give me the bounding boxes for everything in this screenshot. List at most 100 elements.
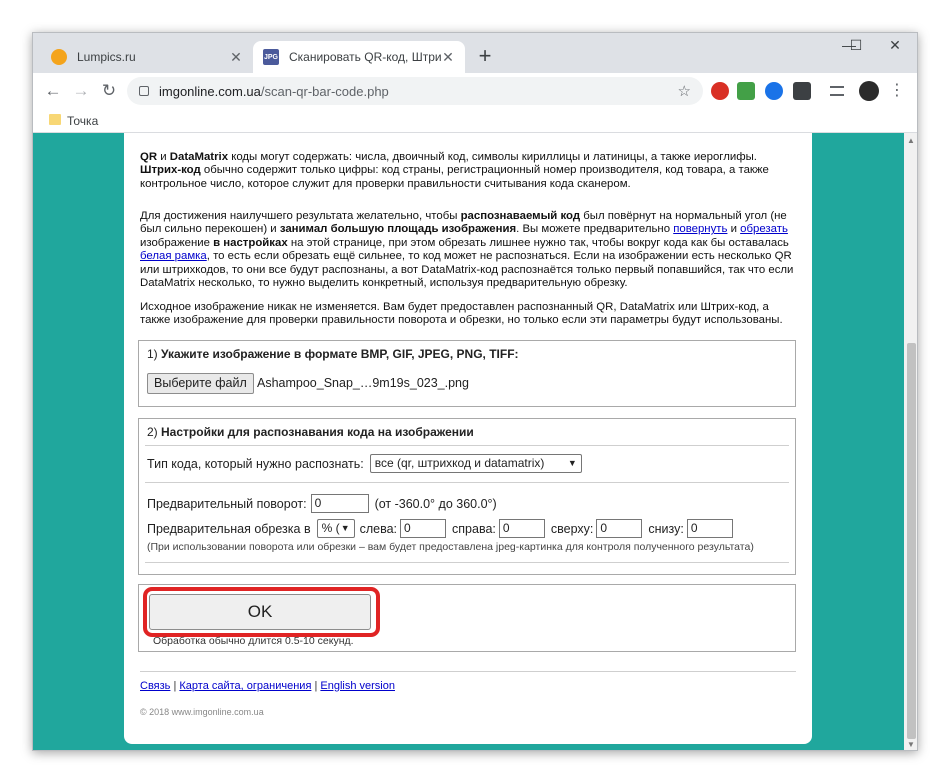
tips-paragraph: Для достижения наилучшего результата жел…: [140, 210, 796, 290]
crop-left-input[interactable]: 0: [400, 519, 447, 538]
content-card: QR и DataMatrix коды могут содержать: чи…: [124, 133, 812, 744]
white-border-link[interactable]: белая рамка: [140, 250, 207, 262]
barcode-term: Штрих-код: [140, 164, 201, 177]
step2-title: 2) Настройки для распознавания кода на и…: [147, 425, 474, 439]
tab-scan-qr[interactable]: JPG Сканировать QR-код, Штрих-ко ✕: [253, 41, 465, 73]
extension-globe-icon[interactable]: [765, 82, 783, 100]
scroll-thumb[interactable]: [907, 343, 916, 739]
crop-left-label: слева:: [359, 521, 398, 536]
crop-bottom-input[interactable]: 0: [686, 519, 733, 538]
text: и: [157, 151, 170, 163]
url-host: imgonline.com.ua: [159, 83, 261, 99]
footer-links: Связь | Карта сайта, ограничения | Engli…: [140, 680, 395, 692]
avatar[interactable]: [859, 81, 879, 101]
divider: [145, 445, 789, 446]
text: и: [727, 223, 741, 236]
intro-paragraph: QR и DataMatrix коды могут содержать: чи…: [140, 151, 796, 191]
url-path: /scan-qr-bar-code.php: [260, 83, 389, 99]
dropdown-arrow-icon: ▼: [567, 458, 577, 468]
page-viewport: QR и DataMatrix коды могут содержать: чи…: [33, 133, 904, 750]
crop-right-label: справа:: [452, 521, 496, 536]
datamatrix-term: DataMatrix: [169, 151, 229, 163]
rotate-label: Предварительный поворот:: [147, 496, 307, 511]
lock-icon: [139, 86, 149, 96]
text: коды могут содержать: числа, двоичный ко…: [228, 151, 757, 163]
address-bar[interactable]: imgonline.com.ua /scan-qr-bar-code.php ☆: [127, 77, 703, 105]
close-window-button[interactable]: ✕: [875, 37, 915, 54]
vertical-scrollbar[interactable]: ▲ ▼: [904, 133, 917, 750]
english-version-link[interactable]: English version: [320, 680, 395, 692]
crop-unit-select[interactable]: % (▼: [316, 519, 355, 538]
rotate-row: Предварительный поворот: 0 (от -360.0° д…: [147, 494, 497, 513]
crop-link[interactable]: обрезать: [740, 223, 788, 235]
text: обычно содержит только цифры: код страны…: [140, 164, 769, 190]
choose-file-button[interactable]: Выберите файл: [147, 373, 254, 394]
divider: [145, 482, 789, 483]
divider: [145, 562, 789, 563]
reload-button[interactable]: ↻: [97, 79, 121, 103]
step-number: 2): [147, 425, 162, 439]
jpg-favicon-icon: JPG: [263, 49, 279, 65]
tab-title: Сканировать QR-код, Штрих-ко: [289, 50, 441, 64]
tab-lumpics[interactable]: Lumpics.ru ✕: [41, 41, 253, 73]
settings-section: 2) Настройки для распознавания кода на и…: [138, 418, 796, 575]
sitemap-link[interactable]: Карта сайта, ограничения: [179, 680, 311, 692]
crop-note: (При использовании поворота или обрезки …: [147, 541, 754, 553]
copyright: © 2018 www.imgonline.com.ua: [140, 707, 264, 717]
folder-icon: [49, 114, 61, 125]
tab-close-icon[interactable]: ✕: [229, 49, 243, 66]
step-title-text: Настройки для распознавания кода на изоб…: [161, 425, 474, 439]
submit-section: OK Обработка обычно длится 0.5-10 секунд…: [138, 584, 796, 652]
bookmark-star-icon[interactable]: ☆: [678, 82, 691, 100]
code-type-label: Тип кода, который нужно распознать:: [147, 456, 364, 471]
crop-top-label: сверху:: [550, 521, 594, 536]
bold-text: занимал большую площадь изображения: [279, 223, 517, 236]
lumpics-favicon-icon: [51, 49, 67, 65]
crop-unit-value: % (: [321, 521, 340, 535]
crop-right-input[interactable]: 0: [498, 519, 545, 538]
step-title-text: Укажите изображение в формате BMP, GIF, …: [161, 347, 519, 361]
browser-toolbar: ← → ↻ imgonline.com.ua /scan-qr-bar-code…: [33, 73, 917, 109]
rotate-link[interactable]: повернуть: [673, 223, 727, 235]
menu-icon[interactable]: ⋮: [885, 79, 909, 103]
code-type-row: Тип кода, который нужно распознать: все …: [147, 454, 582, 473]
selected-file-name: Ashampoo_Snap_…9m19s_023_.png: [257, 376, 469, 390]
highlight-frame: [143, 587, 380, 637]
rotate-input[interactable]: 0: [310, 494, 369, 513]
extension-red-icon[interactable]: [711, 82, 729, 100]
bold-text: в настройках: [213, 236, 288, 249]
text: изображение: [140, 236, 214, 249]
dropdown-arrow-icon: ▼: [340, 523, 350, 533]
scroll-down-icon[interactable]: ▼: [907, 740, 915, 749]
bookmarks-bar: Точка: [33, 109, 917, 133]
code-type-value: все (qr, штрихкод и datamatrix): [374, 456, 545, 470]
contact-link[interactable]: Связь: [140, 680, 170, 692]
bookmark-tochka[interactable]: Точка: [67, 114, 98, 128]
crop-top-input[interactable]: 0: [596, 519, 643, 538]
code-type-select[interactable]: все (qr, штрихкод и datamatrix) ▼: [369, 454, 582, 473]
text: Для достижения наилучшего результата жел…: [140, 210, 461, 222]
crop-bottom-label: снизу:: [648, 521, 684, 536]
scroll-up-icon[interactable]: ▲: [907, 136, 915, 145]
reading-list-icon[interactable]: [830, 86, 844, 96]
crop-label: Предварительная обрезка в: [147, 521, 311, 536]
rotate-hint: (от -360.0° до 360.0°): [374, 496, 497, 511]
bold-text: распознаваемый код: [460, 210, 581, 222]
tab-title: Lumpics.ru: [77, 50, 136, 64]
forward-button[interactable]: →: [69, 79, 93, 103]
back-button[interactable]: ←: [41, 79, 65, 103]
footer-divider: [140, 671, 796, 672]
tab-close-icon[interactable]: ✕: [441, 49, 455, 66]
file-upload-section: 1) Укажите изображение в формате BMP, GI…: [138, 340, 796, 407]
text: , то есть если обрезать ещё сильнее, то …: [140, 250, 794, 290]
text: . Вы можете предварительно: [516, 223, 674, 236]
extension-box-icon[interactable]: [793, 82, 811, 100]
tab-strip: Lumpics.ru ✕ JPG Сканировать QR-код, Штр…: [33, 33, 917, 73]
maximize-button[interactable]: ☐: [836, 37, 876, 54]
processing-time-note: Обработка обычно длится 0.5-10 секунд.: [153, 635, 354, 647]
extension-green-icon[interactable]: [737, 82, 755, 100]
new-tab-button[interactable]: +: [473, 43, 497, 69]
qr-term: QR: [140, 151, 158, 163]
text: на этой странице, при этом обрезать лишн…: [287, 236, 789, 249]
crop-row: Предварительная обрезка в % (▼ слева: 0 …: [147, 519, 733, 538]
